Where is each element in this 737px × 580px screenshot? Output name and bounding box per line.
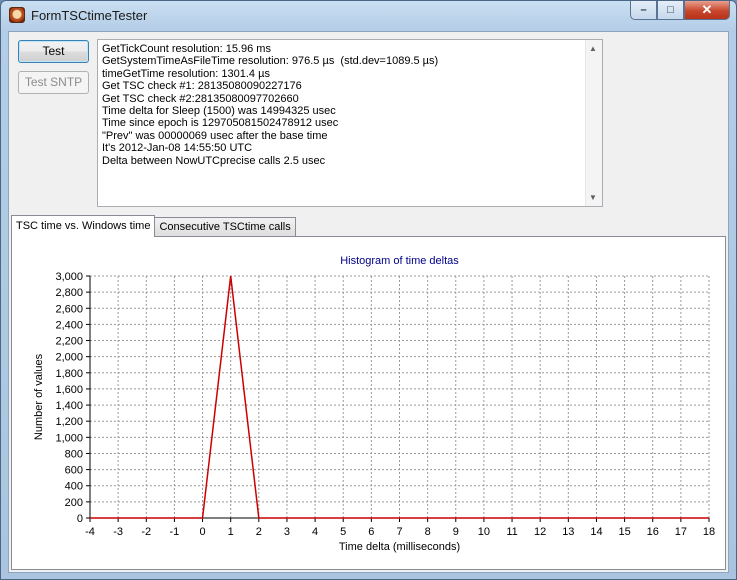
x-tick-label: 0	[199, 526, 205, 538]
y-tick-label: 1,600	[55, 384, 83, 396]
log-line: Get TSC check #1: 28135080090227176	[102, 80, 302, 93]
scroll-up-icon[interactable]: ▲	[589, 44, 597, 53]
x-tick-label: 13	[562, 526, 574, 538]
test-sntp-button[interactable]: Test SNTP	[18, 71, 89, 94]
log-line: Time delta for Sleep (1500) was 14994325…	[102, 104, 336, 117]
y-axis-label: Number of values	[33, 353, 45, 440]
y-tick-label: 1,800	[55, 368, 83, 380]
log-lines: GetTickCount resolution: 15.96 ms GetSyst…	[102, 43, 584, 167]
x-tick-label: -2	[141, 526, 151, 538]
x-tick-label: -4	[85, 526, 95, 538]
x-tick-label: 7	[396, 526, 402, 538]
x-tick-label: 10	[478, 526, 490, 538]
minimize-icon: –	[640, 4, 647, 16]
log-line: GetTickCount resolution: 15.96 ms	[102, 43, 271, 55]
y-tick-label: 2,600	[55, 303, 83, 315]
x-tick-label: 2	[256, 526, 262, 538]
log-line: Time since epoch is 129705081502478912 u…	[102, 117, 339, 130]
x-axis-label: Time delta (milliseconds)	[339, 541, 460, 553]
log-textbox[interactable]: GetTickCount resolution: 15.96 ms GetSyst…	[97, 39, 603, 207]
form-client-area: Test Test SNTP GetTickCount resolution: …	[8, 31, 729, 573]
y-tick-label: 2,400	[55, 319, 83, 331]
x-tick-label: 17	[675, 526, 687, 538]
test-button[interactable]: Test	[18, 40, 89, 63]
x-tick-label: 8	[425, 526, 431, 538]
x-tick-label: 5	[340, 526, 346, 538]
y-tick-label: 200	[65, 497, 83, 509]
y-tick-label: 2,200	[55, 336, 83, 348]
log-line: It's 2012-Jan-08 14:55:50 UTC	[102, 142, 253, 155]
y-tick-label: 3,000	[55, 271, 83, 283]
y-tick-label: 1,200	[55, 416, 83, 428]
chart-title: Histogram of time deltas	[340, 255, 459, 267]
log-line: "Prev" was 00000069 usec after the base …	[102, 129, 328, 142]
tab-consecutive-calls[interactable]: Consecutive TSCtime calls	[154, 217, 296, 237]
x-tick-label: -1	[170, 526, 180, 538]
x-tick-label: 18	[703, 526, 715, 538]
x-tick-label: 1	[228, 526, 234, 538]
app-window: FormTSCtimeTester – □ ✕ Test Test SNTP G…	[0, 0, 737, 580]
scroll-down-icon[interactable]: ▼	[589, 193, 597, 202]
y-tick-label: 800	[65, 448, 83, 460]
log-scrollbar[interactable]: ▲ ▼	[585, 40, 602, 206]
title-bar[interactable]: FormTSCtimeTester – □ ✕	[1, 1, 736, 31]
close-button[interactable]: ✕	[684, 1, 730, 20]
tab-tsc-vs-windows[interactable]: TSC time vs. Windows time	[11, 215, 156, 237]
x-tick-label: 16	[647, 526, 659, 538]
window-title: FormTSCtimeTester	[31, 8, 148, 23]
minimize-button[interactable]: –	[630, 1, 657, 20]
tab-strip: TSC time vs. Windows time Consecutive TS…	[11, 215, 296, 237]
log-line: Get TSC check #2:28135080097702660	[102, 92, 299, 105]
y-tick-label: 2,000	[55, 352, 83, 364]
x-tick-label: 6	[368, 526, 374, 538]
log-line: GetSystemTimeAsFileTime resolution: 976.…	[102, 55, 439, 68]
app-icon[interactable]	[9, 7, 25, 23]
histogram-chart: 0 200 400 600 800 1,000 1,200 1,400 1,600 1,800 2,…	[33, 255, 715, 553]
y-tick-label: 0	[77, 513, 83, 525]
maximize-icon: □	[667, 4, 674, 16]
tab-page-chart: 0 200 400 600 800 1,000 1,200 1,400 1,600 1,800 2,…	[11, 236, 726, 570]
maximize-button[interactable]: □	[657, 1, 684, 20]
x-tick-label: 9	[453, 526, 459, 538]
x-tick-label: 12	[534, 526, 546, 538]
y-tick-label: 400	[65, 481, 83, 493]
x-tick-label: 3	[284, 526, 290, 538]
close-icon: ✕	[701, 2, 713, 17]
y-tick-label: 2,800	[55, 287, 83, 299]
x-tick-label: 14	[590, 526, 602, 538]
log-line: Delta between NowUTCprecise calls 2.5 us…	[102, 154, 326, 167]
x-tick-label: 15	[618, 526, 630, 538]
y-tick-label: 1,000	[55, 432, 83, 444]
x-tick-label: 11	[506, 526, 517, 538]
x-tick-label: -3	[113, 526, 123, 538]
log-line: timeGetTime resolution: 1301.4 µs	[102, 67, 270, 80]
x-tick-label: 4	[312, 526, 318, 538]
caption-buttons: – □ ✕	[630, 1, 730, 21]
y-tick-label: 600	[65, 465, 83, 477]
y-tick-label: 1,400	[55, 400, 83, 412]
